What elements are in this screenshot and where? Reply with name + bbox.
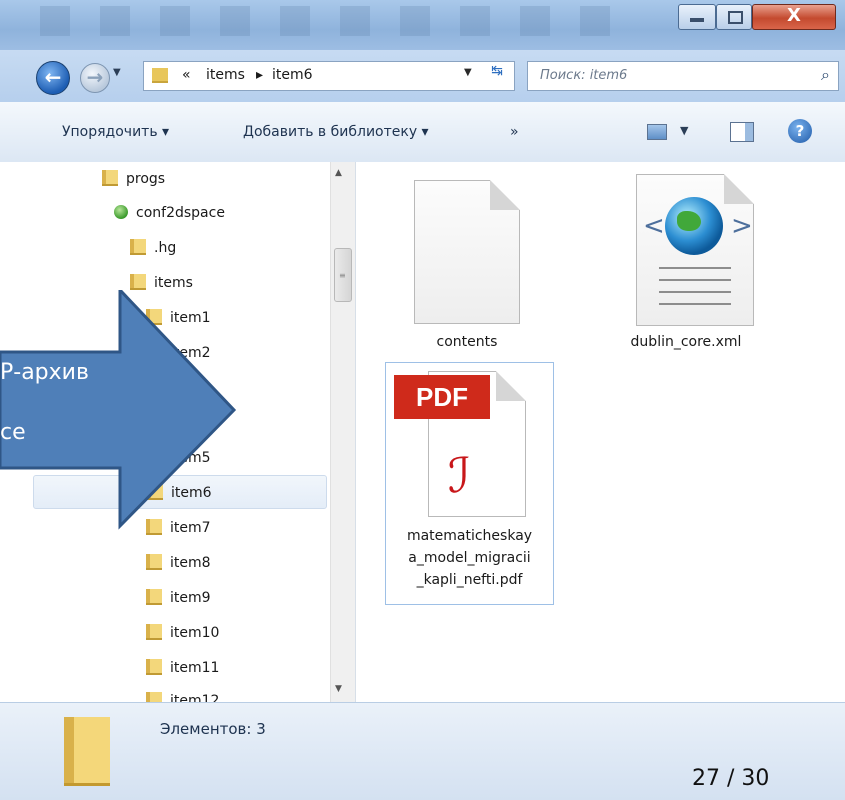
- tree-item-progs[interactable]: progs: [102, 162, 165, 196]
- search-input[interactable]: Поиск: item6 ⌕: [527, 61, 839, 91]
- folder-icon: [152, 68, 168, 83]
- maximize-button[interactable]: [716, 4, 752, 30]
- callout-line-1: Р-архив: [0, 360, 89, 385]
- file-name-line: a_model_migracii: [408, 550, 531, 566]
- file-name-line: _kapli_nefti.pdf: [416, 572, 523, 588]
- search-placeholder: Поиск: item6: [540, 68, 628, 83]
- pdf-badge: PDF: [394, 375, 490, 419]
- tree-item-item12[interactable]: item12: [146, 684, 219, 702]
- address-bar[interactable]: « items ▸ item6: [143, 61, 515, 91]
- forward-button[interactable]: →: [80, 63, 110, 93]
- close-button[interactable]: X: [752, 4, 836, 30]
- grip-icon: ≡: [339, 271, 346, 280]
- command-bar: Упорядочить ▾ Добавить в библиотеку ▾ » …: [0, 102, 845, 163]
- tree-item-item8[interactable]: item8: [146, 546, 211, 580]
- minimize-button[interactable]: [678, 4, 716, 30]
- change-view-icon[interactable]: [647, 124, 667, 140]
- folder-icon: [130, 274, 146, 290]
- title-bar[interactable]: X: [0, 0, 845, 50]
- tree-item-item11[interactable]: item11: [146, 651, 219, 685]
- organize-button[interactable]: Упорядочить ▾: [62, 124, 169, 140]
- file-name-line: matematicheskay: [406, 528, 533, 544]
- refresh-icon[interactable]: ↹: [484, 63, 510, 87]
- blank-doc-icon: [414, 180, 520, 324]
- forward-arrow-icon: →: [86, 65, 104, 89]
- acrobat-logo-icon: ℐ: [448, 448, 471, 504]
- item-count: Элементов: 3: [160, 720, 266, 738]
- file-item-contents[interactable]: contents: [402, 174, 532, 364]
- background-ghost: [40, 6, 640, 36]
- folder-icon: [146, 554, 162, 570]
- close-icon: X: [787, 5, 801, 26]
- xml-globe-icon: < >: [636, 174, 754, 326]
- scroll-up-icon[interactable]: ▲: [335, 168, 342, 178]
- folder-icon: [64, 717, 110, 786]
- folder-icon: [130, 239, 146, 255]
- scroll-down-icon[interactable]: ▼: [335, 684, 342, 694]
- tree-item-hg[interactable]: .hg: [130, 231, 176, 265]
- file-list: contents < > dublin_core.xml PDF ℐ matem…: [356, 162, 845, 702]
- folder-icon: [102, 170, 118, 186]
- slide-number: 27 / 30: [692, 766, 770, 791]
- tree-item-item10[interactable]: item10: [146, 616, 219, 650]
- breadcrumb-item6[interactable]: item6: [272, 67, 313, 83]
- folder-icon: [146, 589, 162, 605]
- folder-icon: [146, 624, 162, 640]
- file-name: contents: [436, 334, 498, 350]
- recent-pages-dropdown-icon[interactable]: ▼: [113, 67, 121, 78]
- callout-line-2: се: [0, 420, 26, 445]
- file-item-pdf[interactable]: PDF ℐ matematicheskay a_model_migracii _…: [385, 362, 554, 605]
- repository-folder-icon: [114, 205, 128, 219]
- more-commands-button[interactable]: »: [510, 124, 519, 140]
- back-button[interactable]: ←: [36, 61, 70, 95]
- help-icon[interactable]: ?: [788, 119, 812, 143]
- breadcrumb-items[interactable]: items: [206, 67, 245, 83]
- maximize-icon: [728, 11, 743, 24]
- folder-icon: [146, 692, 162, 702]
- navigation-scrollbar[interactable]: ▲ ≡ ▼: [330, 162, 355, 702]
- arrow-shape-icon: [0, 286, 237, 530]
- tree-item-item9[interactable]: item9: [146, 581, 211, 615]
- search-icon[interactable]: ⌕: [821, 65, 830, 85]
- breadcrumb-separator-icon[interactable]: ▸: [256, 67, 263, 83]
- details-pane: Элементов: 3 27 / 30: [0, 702, 845, 800]
- minimize-icon: [690, 18, 704, 22]
- tree-item-conf2dspace[interactable]: conf2dspace: [114, 196, 225, 230]
- file-name: dublin_core.xml: [630, 334, 742, 350]
- preview-pane-icon[interactable]: [730, 122, 754, 142]
- address-dropdown-icon[interactable]: ▼: [464, 67, 472, 78]
- breadcrumb-overflow[interactable]: «: [182, 67, 191, 83]
- scroll-thumb[interactable]: ≡: [334, 248, 352, 302]
- file-item-dublin-core[interactable]: < > dublin_core.xml: [616, 174, 756, 364]
- explorer-window: X ← → ▼ « items ▸ item6 ▼ ↹ Поиск: item6…: [0, 0, 845, 800]
- back-arrow-icon: ←: [44, 65, 62, 89]
- folder-icon: [146, 659, 162, 675]
- view-dropdown-icon[interactable]: ▼: [680, 124, 688, 137]
- callout-arrow: Р-архив се: [0, 286, 240, 530]
- add-to-library-button[interactable]: Добавить в библиотеку ▾: [243, 124, 429, 140]
- address-row: ← → ▼ « items ▸ item6 ▼ ↹ Поиск: item6 ⌕: [0, 50, 845, 102]
